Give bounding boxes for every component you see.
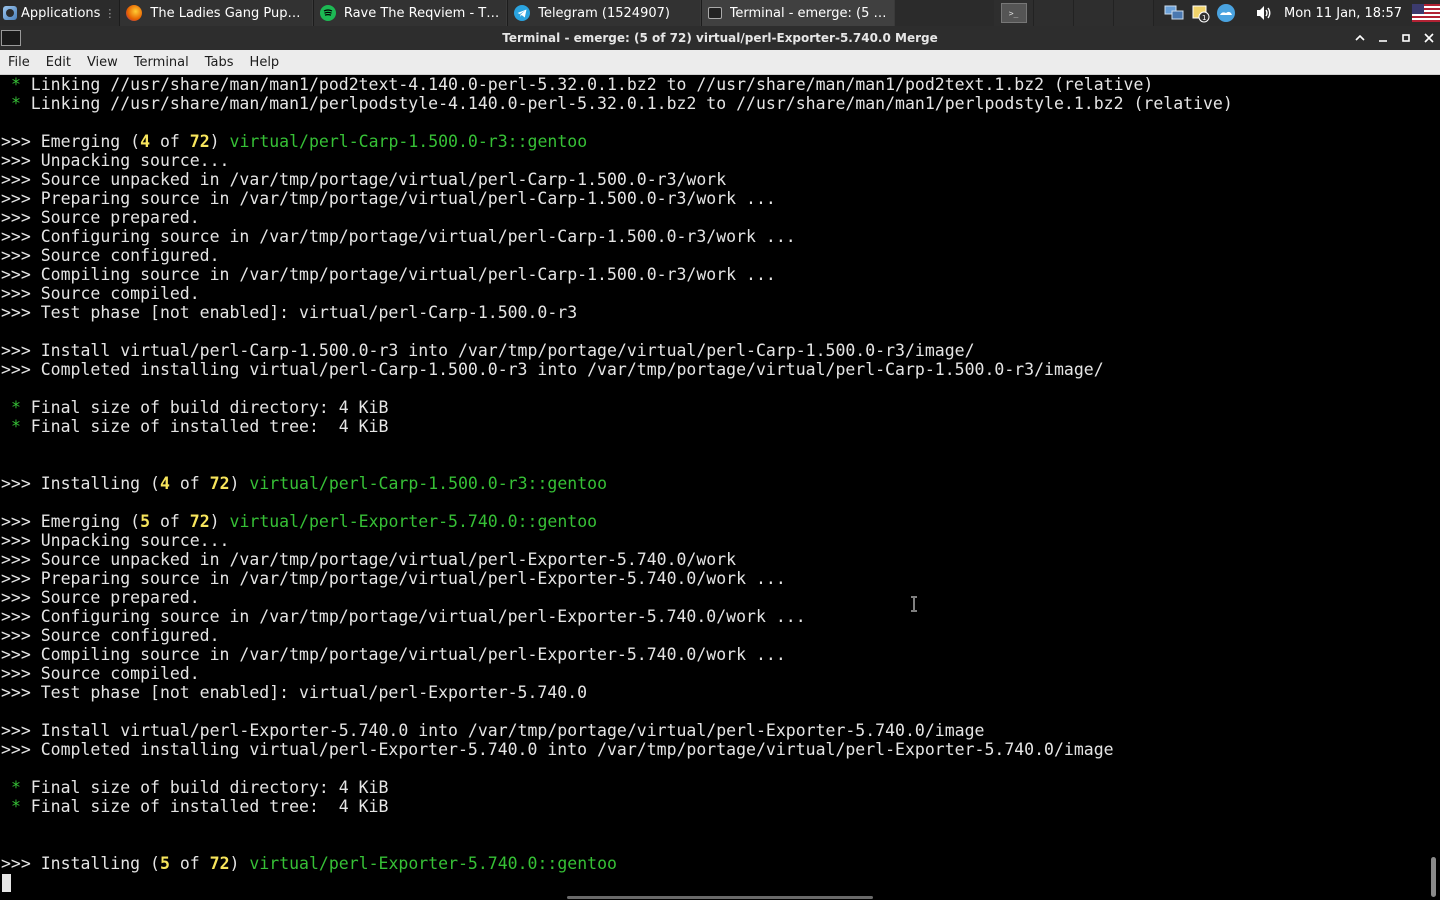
window-title: Terminal - emerge: (5 of 72) virtual/per… xyxy=(502,31,938,45)
terminal-line: >>> Emerging (4 of 72) virtual/perl-Carp… xyxy=(1,132,588,151)
taskbar-item-label: Terminal - emerge: (5 of 72... xyxy=(729,5,888,21)
horizontal-scrollbar-thumb[interactable] xyxy=(567,896,873,899)
terminal-line: >>> Install virtual/perl-Exporter-5.740.… xyxy=(1,721,985,740)
vertical-scrollbar-thumb[interactable] xyxy=(1431,857,1436,897)
terminal-line: >>> Preparing source in /var/tmp/portage… xyxy=(1,569,786,588)
taskbar-item-label: Telegram (1524907) xyxy=(538,5,670,21)
terminal-line: >>> Configuring source in /var/tmp/porta… xyxy=(1,607,806,626)
telegram-icon xyxy=(514,5,531,21)
close-window-icon[interactable] xyxy=(1419,26,1439,50)
menu-edit[interactable]: Edit xyxy=(38,50,79,75)
terminal-line: >>> Installing (4 of 72) virtual/perl-Ca… xyxy=(1,474,608,493)
top-panel: Applications ⋮ The Ladies Gang Puppet L.… xyxy=(0,0,1440,26)
taskbar-item-spotify[interactable]: Rave The Reqviem - The ... xyxy=(312,0,508,26)
terminal-line: >>> Source prepared. xyxy=(1,588,200,607)
workspace-3[interactable] xyxy=(1074,0,1115,26)
weather-icon[interactable] xyxy=(1216,3,1236,23)
terminal-cursor xyxy=(2,874,11,892)
firefox-icon xyxy=(126,5,143,21)
menu-help[interactable]: Help xyxy=(242,50,288,75)
workspace-switcher: >_ xyxy=(994,0,1155,26)
terminal-output[interactable]: * Linking //usr/share/man/man1/pod2text-… xyxy=(0,75,1428,900)
workspace-4[interactable] xyxy=(1114,0,1155,26)
menu-separator-icon: ⋮ xyxy=(104,6,116,20)
terminal-line: * Linking //usr/share/man/man1/perlpodst… xyxy=(10,94,1233,113)
applications-label: Applications xyxy=(21,5,101,21)
terminal-line: * Final size of installed tree: 4 KiB xyxy=(10,797,389,816)
workspace-2[interactable] xyxy=(1034,0,1075,26)
terminal-line: >>> Completed installing virtual/perl-Ex… xyxy=(1,740,1114,759)
vertical-scrollbar[interactable] xyxy=(1428,75,1440,900)
terminal-line: >>> Installing (5 of 72) virtual/perl-Ex… xyxy=(1,854,617,873)
notification-icon[interactable]: 1 xyxy=(1190,3,1210,23)
text-cursor-pointer-icon xyxy=(911,596,917,612)
terminal-line: >>> Source unpacked in /var/tmp/portage/… xyxy=(1,550,737,569)
workspace-window-preview: >_ xyxy=(1000,3,1027,23)
menu-bar: File Edit View Terminal Tabs Help xyxy=(0,50,1440,75)
terminal-line: >>> Source compiled. xyxy=(1,664,200,683)
terminal-line: >>> Emerging (5 of 72) virtual/perl-Expo… xyxy=(1,512,598,531)
network-monitor-icon[interactable] xyxy=(1164,3,1184,23)
terminal-line: >>> Source configured. xyxy=(1,626,220,645)
terminal-line: >>> Unpacking source... xyxy=(1,151,230,170)
minimize-window-icon[interactable] xyxy=(1373,26,1393,50)
window-menu-icon[interactable] xyxy=(1,30,21,46)
applications-icon xyxy=(3,6,17,20)
terminal-line: >>> Compiling source in /var/tmp/portage… xyxy=(1,265,776,284)
terminal-line: * Final size of build directory: 4 KiB xyxy=(10,778,389,797)
maximize-window-icon[interactable] xyxy=(1396,26,1416,50)
shade-window-icon[interactable] xyxy=(1350,26,1370,50)
terminal-line: >>> Source unpacked in /var/tmp/portage/… xyxy=(1,170,727,189)
terminal-line: * Linking //usr/share/man/man1/pod2text-… xyxy=(10,75,1154,94)
workspace-1[interactable]: >_ xyxy=(994,0,1035,26)
menu-tabs[interactable]: Tabs xyxy=(197,50,242,75)
taskbar-item-label: Rave The Reqviem - The ... xyxy=(343,5,501,21)
terminal-line: * Final size of build directory: 4 KiB xyxy=(10,398,389,417)
terminal-line: >>> Completed installing virtual/perl-Ca… xyxy=(1,360,1104,379)
spotify-icon xyxy=(319,5,336,21)
terminal-line: >>> Configuring source in /var/tmp/porta… xyxy=(1,227,796,246)
system-tray: 1 Mon 11 Jan, 18:57 xyxy=(1164,0,1440,26)
terminal-line: >>> Test phase [not enabled]: virtual/pe… xyxy=(1,303,578,322)
terminal-line: >>> Preparing source in /var/tmp/portage… xyxy=(1,189,776,208)
taskbar-item-terminal[interactable]: Terminal - emerge: (5 of 72... xyxy=(700,0,896,26)
menu-terminal[interactable]: Terminal xyxy=(126,50,197,75)
terminal-line: >>> Unpacking source... xyxy=(1,531,230,550)
terminal-line: >>> Source compiled. xyxy=(1,284,200,303)
terminal-line: >>> Install virtual/perl-Carp-1.500.0-r3… xyxy=(1,341,975,360)
terminal-icon xyxy=(707,7,722,19)
taskbar-item-telegram[interactable]: Telegram (1524907) xyxy=(507,0,701,26)
menu-file[interactable]: File xyxy=(0,50,38,75)
window-title-bar[interactable]: Terminal - emerge: (5 of 72) virtual/per… xyxy=(0,26,1440,50)
clock[interactable]: Mon 11 Jan, 18:57 xyxy=(1284,6,1402,21)
taskbar-item-label: The Ladies Gang Puppet L... xyxy=(150,5,306,21)
menu-view[interactable]: View xyxy=(79,50,126,75)
terminal-line: >>> Source prepared. xyxy=(1,208,200,227)
terminal-line: >>> Test phase [not enabled]: virtual/pe… xyxy=(1,683,588,702)
taskbar-item-firefox[interactable]: The Ladies Gang Puppet L... xyxy=(119,0,313,26)
applications-menu-button[interactable]: Applications ⋮ xyxy=(0,0,119,26)
terminal-line: >>> Source configured. xyxy=(1,246,220,265)
svg-text:1: 1 xyxy=(1202,14,1206,22)
keyboard-layout-us-flag-icon[interactable] xyxy=(1412,4,1440,22)
terminal-line: * Final size of installed tree: 4 KiB xyxy=(10,417,389,436)
terminal-line: >>> Compiling source in /var/tmp/portage… xyxy=(1,645,786,664)
volume-icon[interactable] xyxy=(1254,3,1274,23)
